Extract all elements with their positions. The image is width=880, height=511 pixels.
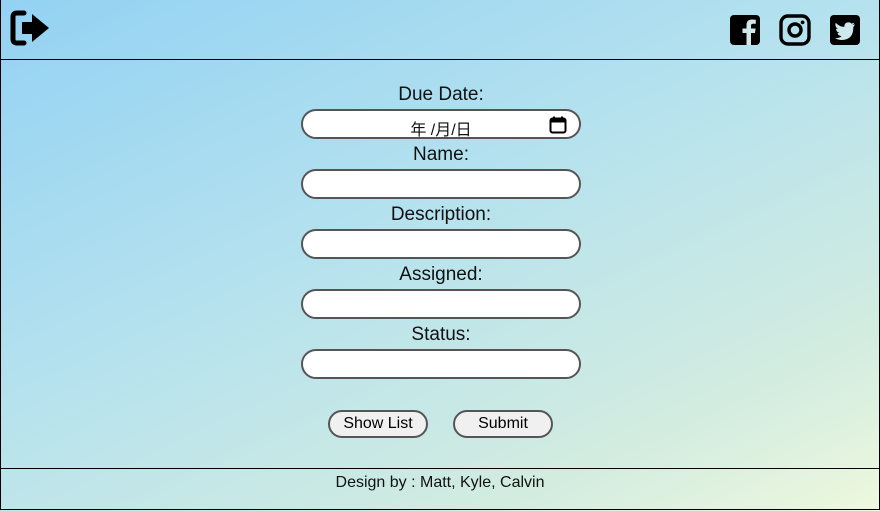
due-date-value: 年 /月/日 — [410, 122, 472, 139]
assigned-label: Assigned: — [399, 264, 483, 285]
name-input[interactable] — [301, 169, 581, 199]
show-list-button[interactable]: Show List — [328, 410, 428, 438]
instagram-icon[interactable] — [779, 14, 811, 46]
facebook-icon[interactable] — [729, 14, 761, 46]
name-label: Name: — [413, 144, 469, 165]
due-date-label: Due Date: — [398, 84, 484, 105]
description-input[interactable] — [301, 229, 581, 259]
task-form: Due Date: 年 /月/日 Name: Description: Assi… — [300, 84, 582, 384]
description-label: Description: — [390, 204, 492, 225]
status-input[interactable] — [301, 349, 581, 379]
footer: Design by : Matt, Kyle, Calvin — [0, 468, 880, 510]
header — [0, 0, 880, 60]
twitter-icon[interactable] — [829, 14, 861, 46]
footer-credit: Design by : Matt, Kyle, Calvin — [335, 474, 545, 491]
submit-button[interactable]: Submit — [453, 410, 553, 438]
calendar-icon[interactable] — [549, 116, 567, 134]
assigned-input[interactable] — [301, 289, 581, 319]
status-label: Status: — [411, 324, 471, 345]
due-date-input[interactable]: 年 /月/日 — [301, 109, 581, 139]
logout-icon[interactable] — [10, 10, 52, 46]
